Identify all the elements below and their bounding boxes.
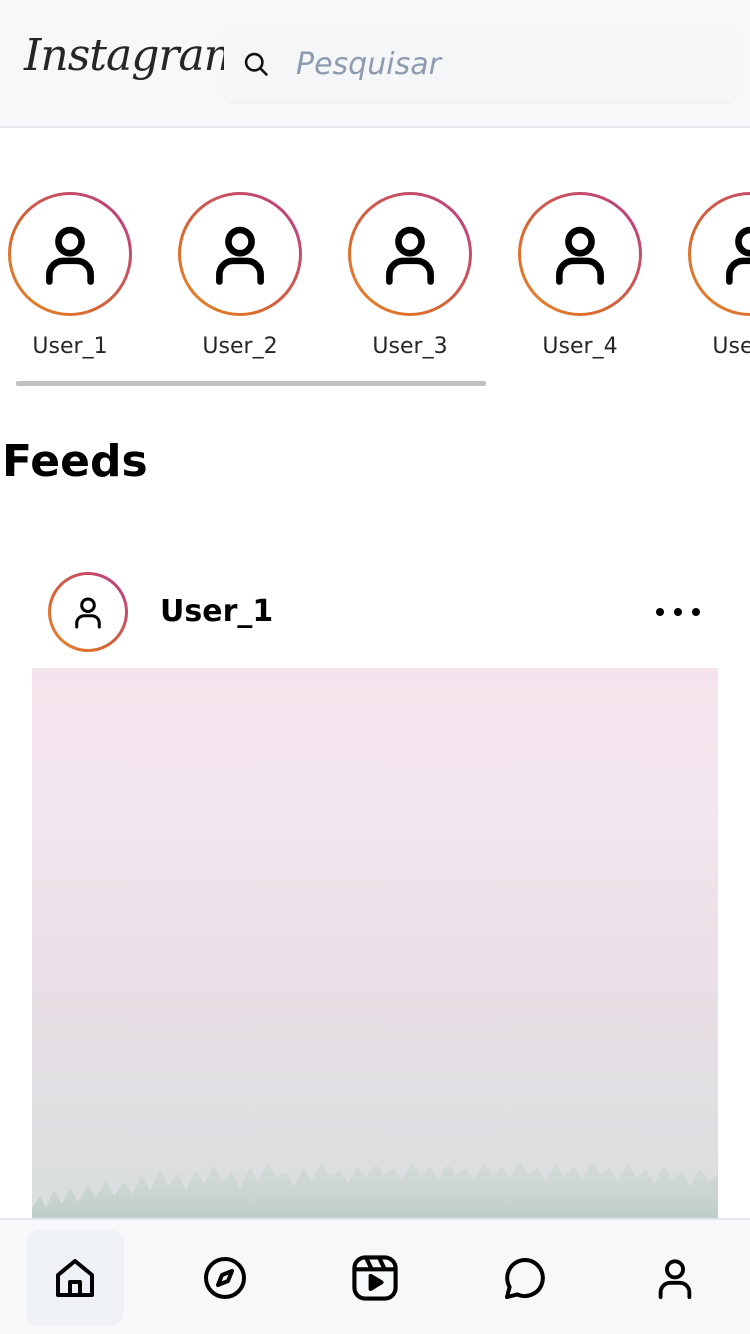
story-username: User_2 — [202, 334, 278, 359]
story-item[interactable]: User_5 — [688, 192, 750, 359]
stories-scrollbar[interactable] — [16, 381, 486, 386]
story-avatar-ring[interactable] — [178, 192, 302, 316]
profile-icon — [658, 1259, 692, 1300]
story-item[interactable]: User_2 — [178, 192, 302, 359]
post-image[interactable] — [32, 668, 718, 1228]
story-username: User_5 — [712, 334, 750, 359]
user-icon — [726, 226, 750, 285]
more-horizontal-icon — [656, 608, 664, 616]
post-username[interactable]: User_1 — [160, 594, 273, 629]
search-icon — [244, 52, 268, 76]
user-icon — [75, 597, 101, 629]
nav-profile[interactable] — [626, 1230, 724, 1326]
story-avatar-ring[interactable] — [518, 192, 642, 316]
story-username: User_1 — [32, 334, 108, 359]
compass-icon — [204, 1257, 246, 1299]
story-username: User_4 — [542, 334, 618, 359]
story-item[interactable]: User_1 — [8, 192, 132, 359]
nav-explore[interactable] — [176, 1230, 274, 1326]
user-icon — [386, 226, 434, 285]
message-icon — [505, 1258, 545, 1299]
story-avatar-ring[interactable] — [8, 192, 132, 316]
foggy-forest-image — [32, 1160, 718, 1228]
nav-messages[interactable] — [476, 1230, 574, 1326]
post-avatar[interactable] — [48, 572, 128, 652]
top-header: Instagram — [0, 0, 750, 128]
story-avatar-ring[interactable] — [348, 192, 472, 316]
story-item[interactable]: User_3 — [348, 192, 472, 359]
nav-reels[interactable] — [326, 1230, 424, 1326]
post-header: User_1 — [32, 570, 718, 654]
instagram-logo[interactable]: Instagram — [24, 30, 245, 81]
reels-icon — [352, 1255, 398, 1301]
home-icon — [56, 1259, 94, 1297]
user-icon — [46, 226, 94, 285]
more-options-button[interactable] — [656, 598, 700, 626]
story-avatar-ring[interactable] — [688, 192, 750, 316]
user-icon — [216, 226, 264, 285]
stories-carousel[interactable]: User_1 User_2 User_3 User_4 Use — [0, 192, 750, 372]
feeds-heading: Feeds — [2, 436, 148, 487]
story-item[interactable]: User_4 — [518, 192, 642, 359]
search-input[interactable] — [294, 42, 714, 86]
story-username: User_3 — [372, 334, 448, 359]
nav-home[interactable] — [26, 1230, 124, 1326]
bottom-navigation — [0, 1218, 750, 1334]
search-bar[interactable] — [224, 26, 736, 102]
user-icon — [556, 226, 604, 285]
